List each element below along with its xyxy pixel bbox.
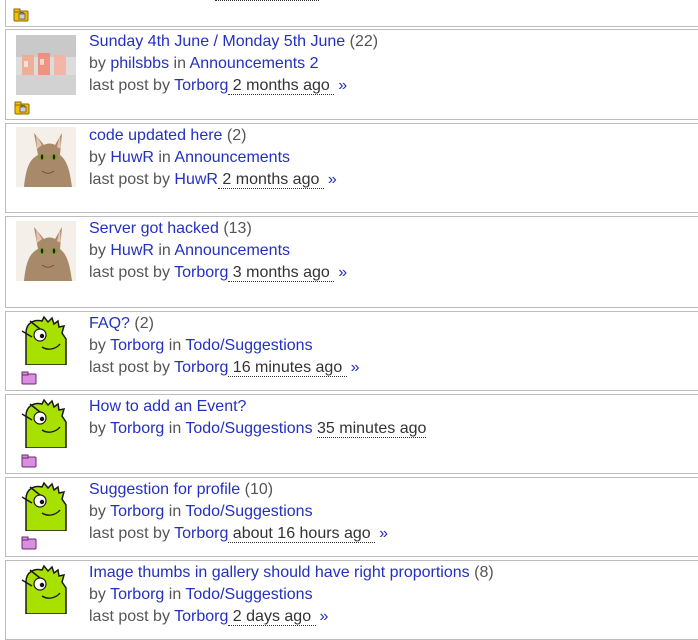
by-label: by xyxy=(89,586,106,603)
folder-icon xyxy=(21,453,37,469)
go-to-last-post-arrow-icon[interactable]: » xyxy=(338,264,347,281)
locked-folder-icon xyxy=(14,100,30,116)
last-post-label: last post xyxy=(89,171,149,188)
topic-avatar[interactable] xyxy=(20,315,70,365)
topic-avatar[interactable] xyxy=(20,398,70,448)
topic-title-link[interactable]: Suggestion for profile xyxy=(89,481,240,498)
in-label: in xyxy=(158,242,171,259)
last-post-time: about 16 hours ago xyxy=(228,525,376,543)
last-poster-link[interactable]: HuwR xyxy=(174,171,218,188)
topic-title-link[interactable]: Sunday 4th June / Monday 5th June xyxy=(89,33,345,50)
author-link[interactable]: Torborg xyxy=(110,503,164,520)
author-link[interactable]: Torborg xyxy=(110,586,164,603)
by-label: by xyxy=(89,55,106,72)
topic-avatar[interactable] xyxy=(16,221,76,281)
in-label: in xyxy=(158,149,171,166)
author-link[interactable]: Torborg xyxy=(110,420,164,437)
by-label: by xyxy=(153,525,170,542)
by-label: by xyxy=(89,242,106,259)
topic-row: Image thumbs in gallery should have righ… xyxy=(5,560,698,640)
author-link[interactable]: HuwR xyxy=(110,149,154,166)
last-post-time: 2 months ago xyxy=(228,77,335,95)
topic-avatar[interactable] xyxy=(20,564,70,614)
topic-row: code updated here (2) by HuwR in Announc… xyxy=(5,123,698,213)
topic-avatar[interactable] xyxy=(16,127,76,187)
author-link[interactable]: philsbbs xyxy=(110,55,169,72)
forum-link[interactable]: Announcements 2 xyxy=(190,55,319,72)
last-poster-link[interactable]: Torborg xyxy=(174,264,228,281)
topic-row: Sunday 4th June / Monday 5th June (22) b… xyxy=(5,29,698,120)
in-label: in xyxy=(168,503,182,520)
topic-title-link[interactable]: code updated here xyxy=(89,127,222,144)
reply-count: (13) xyxy=(223,220,252,237)
forum-link[interactable]: Announcements xyxy=(174,149,290,166)
go-to-last-post-arrow-icon[interactable]: » xyxy=(379,525,388,542)
in-label: in xyxy=(168,586,182,603)
in-label: in xyxy=(168,337,182,354)
last-post-time: 16 minutes ago xyxy=(228,359,347,377)
go-to-last-post-arrow-icon[interactable]: » xyxy=(338,77,347,94)
topic-title-link[interactable]: How to add an Event? xyxy=(89,398,246,415)
last-post-time: 2 days ago xyxy=(228,608,316,626)
last-post-label: last post xyxy=(89,77,149,94)
by-label: by xyxy=(89,149,106,166)
post-time: 35 minutes ago xyxy=(317,420,427,438)
go-to-last-post-arrow-icon[interactable]: » xyxy=(320,608,329,625)
folder-icon xyxy=(21,535,37,551)
last-post-time: 2 months ago xyxy=(217,171,324,189)
by-label: by xyxy=(153,171,170,188)
locked-folder-icon xyxy=(13,7,29,23)
topic-title-link[interactable]: Image thumbs in gallery should have righ… xyxy=(89,564,470,581)
author-link[interactable]: Torborg xyxy=(110,337,164,354)
go-to-last-post-arrow-icon[interactable]: » xyxy=(351,359,360,376)
by-label: by xyxy=(89,503,106,520)
previous-topic-time-underline xyxy=(215,0,319,1)
by-label: by xyxy=(89,337,106,354)
topic-avatar[interactable] xyxy=(20,481,70,531)
author-link[interactable]: HuwR xyxy=(110,242,154,259)
forum-link[interactable]: Announcements xyxy=(174,242,290,259)
last-post-label: last post xyxy=(89,608,149,625)
reply-count: (2) xyxy=(226,127,247,144)
reply-count: (22) xyxy=(349,33,379,50)
last-post-label: last post xyxy=(89,264,149,281)
topic-title-link[interactable]: FAQ? xyxy=(89,315,130,332)
go-to-last-post-arrow-icon[interactable]: » xyxy=(328,171,337,188)
topic-row: Server got hacked (13) by HuwR in Announ… xyxy=(5,216,698,308)
reply-count: (10) xyxy=(244,481,274,498)
reply-count: (8) xyxy=(474,564,494,581)
in-label: in xyxy=(173,55,186,72)
forum-link[interactable]: Todo/Suggestions xyxy=(185,586,312,603)
forum-link[interactable]: Todo/Suggestions xyxy=(185,337,312,354)
by-label: by xyxy=(153,77,170,94)
folder-icon xyxy=(21,370,37,386)
last-post-label: last post xyxy=(89,359,149,376)
by-label: by xyxy=(89,420,106,437)
by-label: by xyxy=(153,608,170,625)
reply-count: (2) xyxy=(134,315,154,332)
previous-topic-row xyxy=(5,0,698,27)
in-label: in xyxy=(168,420,182,437)
by-label: by xyxy=(153,264,170,281)
forum-link[interactable]: Todo/Suggestions xyxy=(185,503,312,520)
topic-title-link[interactable]: Server got hacked xyxy=(89,220,219,237)
topic-avatar[interactable] xyxy=(16,35,76,95)
last-poster-link[interactable]: Torborg xyxy=(174,359,228,376)
last-post-label: last post xyxy=(89,525,149,542)
by-label: by xyxy=(153,359,170,376)
topic-row: How to add an Event? by Torborg in Todo/… xyxy=(5,394,698,474)
last-poster-link[interactable]: Torborg xyxy=(174,525,228,542)
topic-row: FAQ? (2) by Torborg in Todo/Suggestions … xyxy=(5,311,698,391)
forum-link[interactable]: Todo/Suggestions xyxy=(185,420,312,437)
topic-row: Suggestion for profile (10) by Torborg i… xyxy=(5,477,698,557)
last-poster-link[interactable]: Torborg xyxy=(174,608,228,625)
last-post-time: 3 months ago xyxy=(228,264,335,282)
last-poster-link[interactable]: Torborg xyxy=(174,77,228,94)
